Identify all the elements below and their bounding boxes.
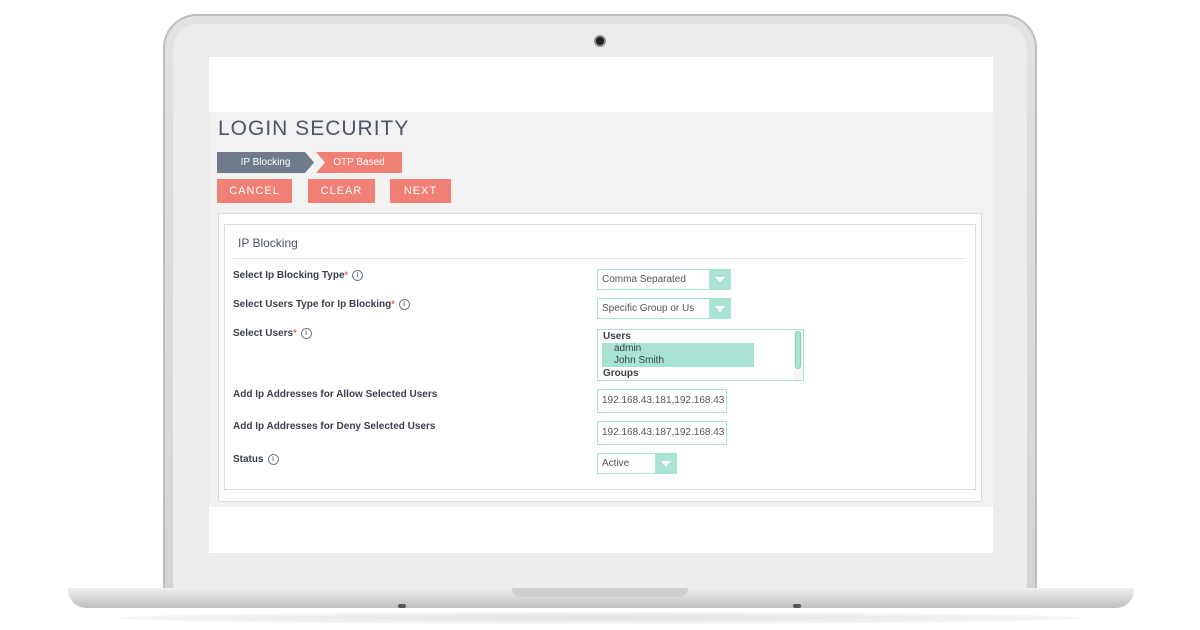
group-header-users: Users (603, 331, 631, 342)
users-type-label-text: Select Users Type for Ip Blocking (233, 299, 392, 311)
users-type-label: Select Users Type for Ip Blocking* i (233, 299, 410, 310)
list-item-admin[interactable]: admin (602, 343, 754, 355)
info-icon[interactable]: i (267, 454, 279, 465)
status-select[interactable]: Active (597, 453, 677, 474)
deny-ips-label: Add Ip Addresses for Deny Selected Users (233, 421, 436, 432)
blocking-type-label-text: Select Ip Blocking Type (233, 270, 345, 282)
divider (233, 258, 966, 259)
scrollbar-thumb[interactable] (795, 331, 801, 369)
chevron-down-icon[interactable] (709, 299, 730, 318)
login-security-app: LOGIN SECURITY IP Blocking OTP Based CAN… (209, 112, 993, 507)
allow-ips-label: Add Ip Addresses for Allow Selected User… (233, 389, 438, 400)
laptop-notch (512, 588, 688, 597)
blocking-type-value: Comma Separated (602, 274, 686, 285)
users-type-value: Specific Group or Us (602, 303, 695, 314)
info-icon[interactable]: i (398, 299, 410, 310)
required-marker: * (293, 328, 297, 338)
select-users-label: Select Users* i (233, 328, 312, 339)
laptop-shadow (120, 612, 1080, 624)
step-otp-based[interactable]: OTP Based (316, 152, 402, 173)
chevron-down-icon[interactable] (709, 270, 730, 289)
users-type-select[interactable]: Specific Group or Us (597, 298, 731, 319)
ip-blocking-section: IP Blocking Select Ip Blocking Type* i Co… (224, 224, 976, 490)
info-icon[interactable]: i (300, 328, 312, 339)
cancel-button[interactable]: CANCEL (217, 179, 292, 203)
blocking-type-label: Select Ip Blocking Type* i (233, 270, 364, 282)
list-item-john-smith[interactable]: John Smith (602, 355, 754, 367)
form-panel: IP Blocking Select Ip Blocking Type* i Co… (218, 213, 982, 502)
laptop-screen: LOGIN SECURITY IP Blocking OTP Based CAN… (209, 57, 993, 553)
listbox-scrollbar[interactable] (794, 330, 803, 380)
page-title: LOGIN SECURITY (218, 117, 410, 140)
blocking-type-select[interactable]: Comma Separated (597, 269, 731, 290)
next-button[interactable]: NEXT (390, 179, 451, 203)
status-label: Status i (233, 454, 279, 465)
clear-button[interactable]: CLEAR (308, 179, 375, 203)
deny-ips-input[interactable]: 192.168.43.187,192.168.43 (597, 421, 727, 445)
camera-icon (594, 35, 606, 47)
select-users-label-text: Select Users (233, 328, 294, 340)
section-title: IP Blocking (238, 236, 298, 250)
wizard-steps: IP Blocking OTP Based (217, 152, 402, 173)
group-header-groups: Groups (603, 368, 639, 379)
required-marker: * (391, 299, 395, 309)
laptop-foot (793, 604, 801, 608)
allow-ips-input[interactable]: 192.168.43.181,192.168.43 (597, 389, 727, 413)
laptop-foot (398, 604, 406, 608)
users-listbox[interactable]: Users admin John Smith Groups (597, 329, 804, 381)
step-ip-blocking[interactable]: IP Blocking (217, 152, 314, 173)
chevron-down-icon[interactable] (655, 454, 676, 473)
status-value: Active (602, 458, 630, 469)
status-label-text: Status (233, 454, 264, 466)
info-icon[interactable]: i (352, 270, 364, 281)
required-marker: * (344, 270, 349, 280)
